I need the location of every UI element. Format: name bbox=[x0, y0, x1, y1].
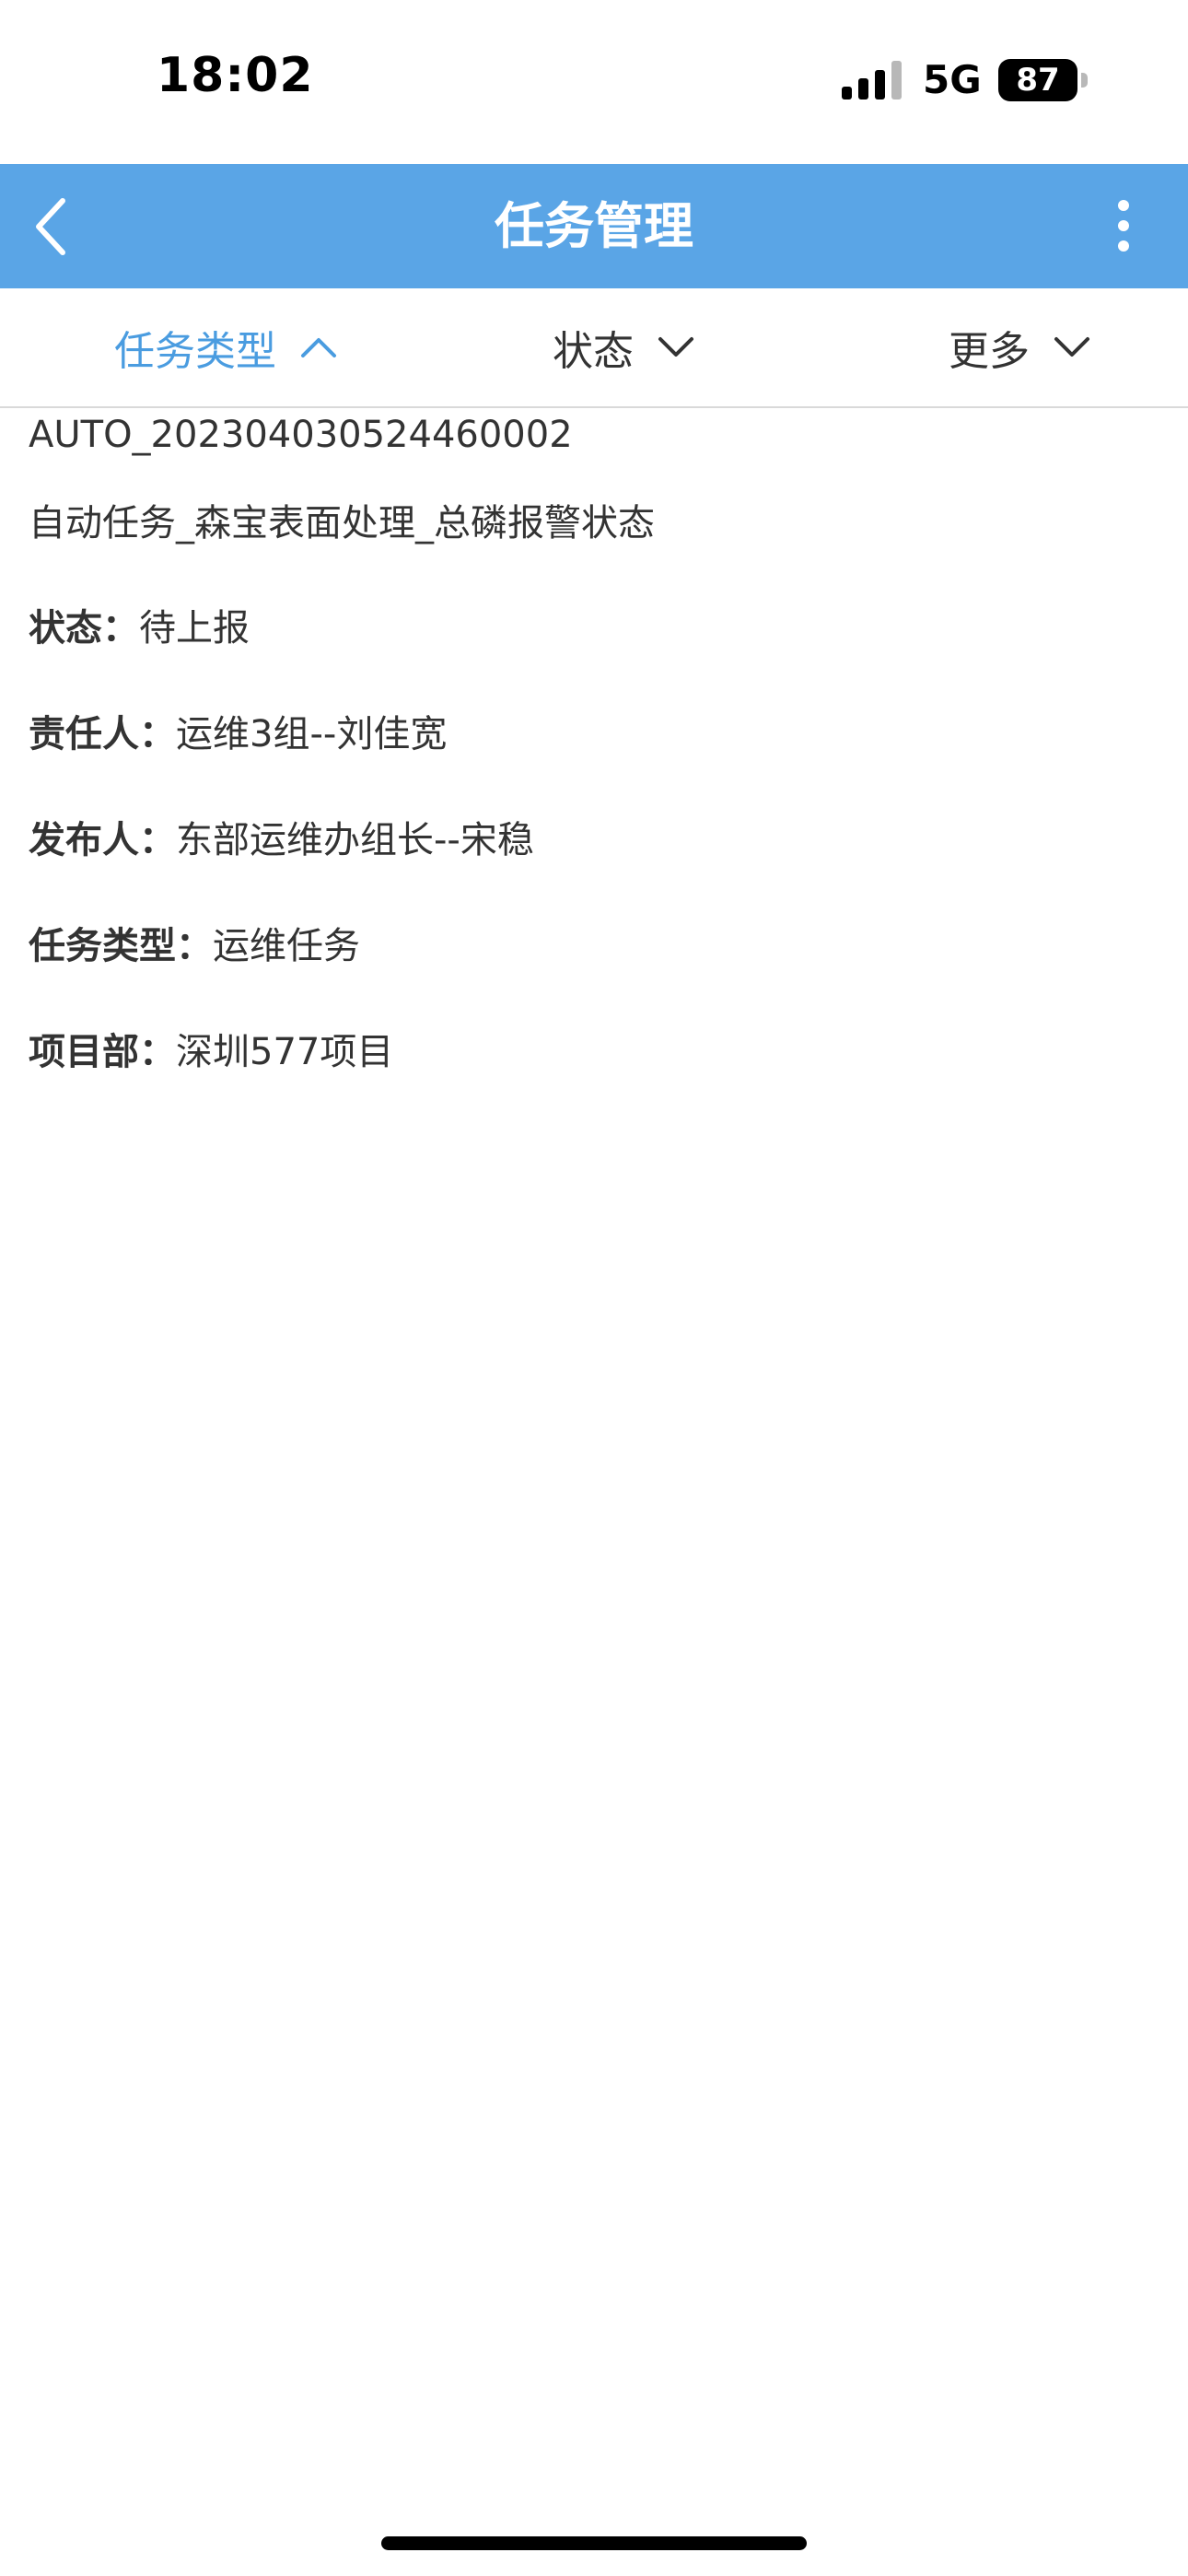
task-list-item[interactable]: AUTO_202304030524460002 自动任务_森宝表面处理_总磷报警… bbox=[0, 408, 1188, 1108]
battery-icon: 87 bbox=[998, 59, 1088, 101]
filter-status-label: 状态 bbox=[553, 328, 634, 375]
battery-cap bbox=[1081, 73, 1088, 88]
task-status-value: 待上报 bbox=[139, 607, 250, 650]
task-code: AUTO_202304030524460002 bbox=[29, 414, 573, 456]
task-name: 自动任务_森宝表面处理_总磷报警状态 bbox=[29, 502, 655, 544]
task-owner-value: 运维3组--刘佳宽 bbox=[176, 713, 448, 755]
more-vertical-icon bbox=[1118, 200, 1129, 252]
task-publisher-label: 发布人： bbox=[29, 819, 176, 861]
status-time: 18:02 bbox=[157, 48, 314, 103]
task-publisher-value: 东部运维办组长--宋稳 bbox=[176, 819, 534, 861]
task-type-row: 任务类型：运维任务 bbox=[29, 916, 360, 969]
task-status-label: 状态： bbox=[29, 607, 139, 650]
filter-task-type-label: 任务类型 bbox=[114, 328, 276, 375]
task-owner-label: 责任人： bbox=[29, 713, 176, 755]
filter-more[interactable]: 更多 bbox=[949, 288, 1090, 406]
network-label: 5G bbox=[923, 57, 982, 102]
chevron-left-icon bbox=[36, 198, 65, 255]
task-project-row: 项目部：深圳577项目 bbox=[29, 1022, 393, 1075]
more-menu-button[interactable] bbox=[1096, 190, 1151, 263]
chevron-down-icon bbox=[1054, 337, 1089, 357]
back-button[interactable] bbox=[24, 190, 98, 263]
home-indicator[interactable] bbox=[381, 2536, 807, 2550]
task-status-row: 状态：待上报 bbox=[29, 598, 250, 651]
chevron-up-icon bbox=[301, 338, 336, 357]
task-project-value: 深圳577项目 bbox=[176, 1031, 394, 1073]
task-type-label: 任务类型： bbox=[29, 925, 213, 967]
task-project-label: 项目部： bbox=[29, 1031, 176, 1073]
chevron-down-icon bbox=[658, 337, 693, 357]
filter-status[interactable]: 状态 bbox=[553, 288, 694, 406]
filter-more-label: 更多 bbox=[949, 328, 1030, 375]
filter-bar: 任务类型 状态 更多 bbox=[0, 288, 1188, 408]
nav-bar: 任务管理 bbox=[0, 164, 1188, 288]
status-bar: 18:02 5G 87 bbox=[0, 0, 1188, 164]
page-title: 任务管理 bbox=[495, 197, 693, 255]
task-owner-row: 责任人：运维3组--刘佳宽 bbox=[29, 704, 447, 757]
task-type-value: 运维任务 bbox=[213, 925, 360, 967]
battery-level: 87 bbox=[1016, 62, 1060, 99]
signal-icon bbox=[842, 61, 902, 100]
task-publisher-row: 发布人：东部运维办组长--宋稳 bbox=[29, 810, 534, 863]
filter-task-type[interactable]: 任务类型 bbox=[114, 288, 337, 406]
